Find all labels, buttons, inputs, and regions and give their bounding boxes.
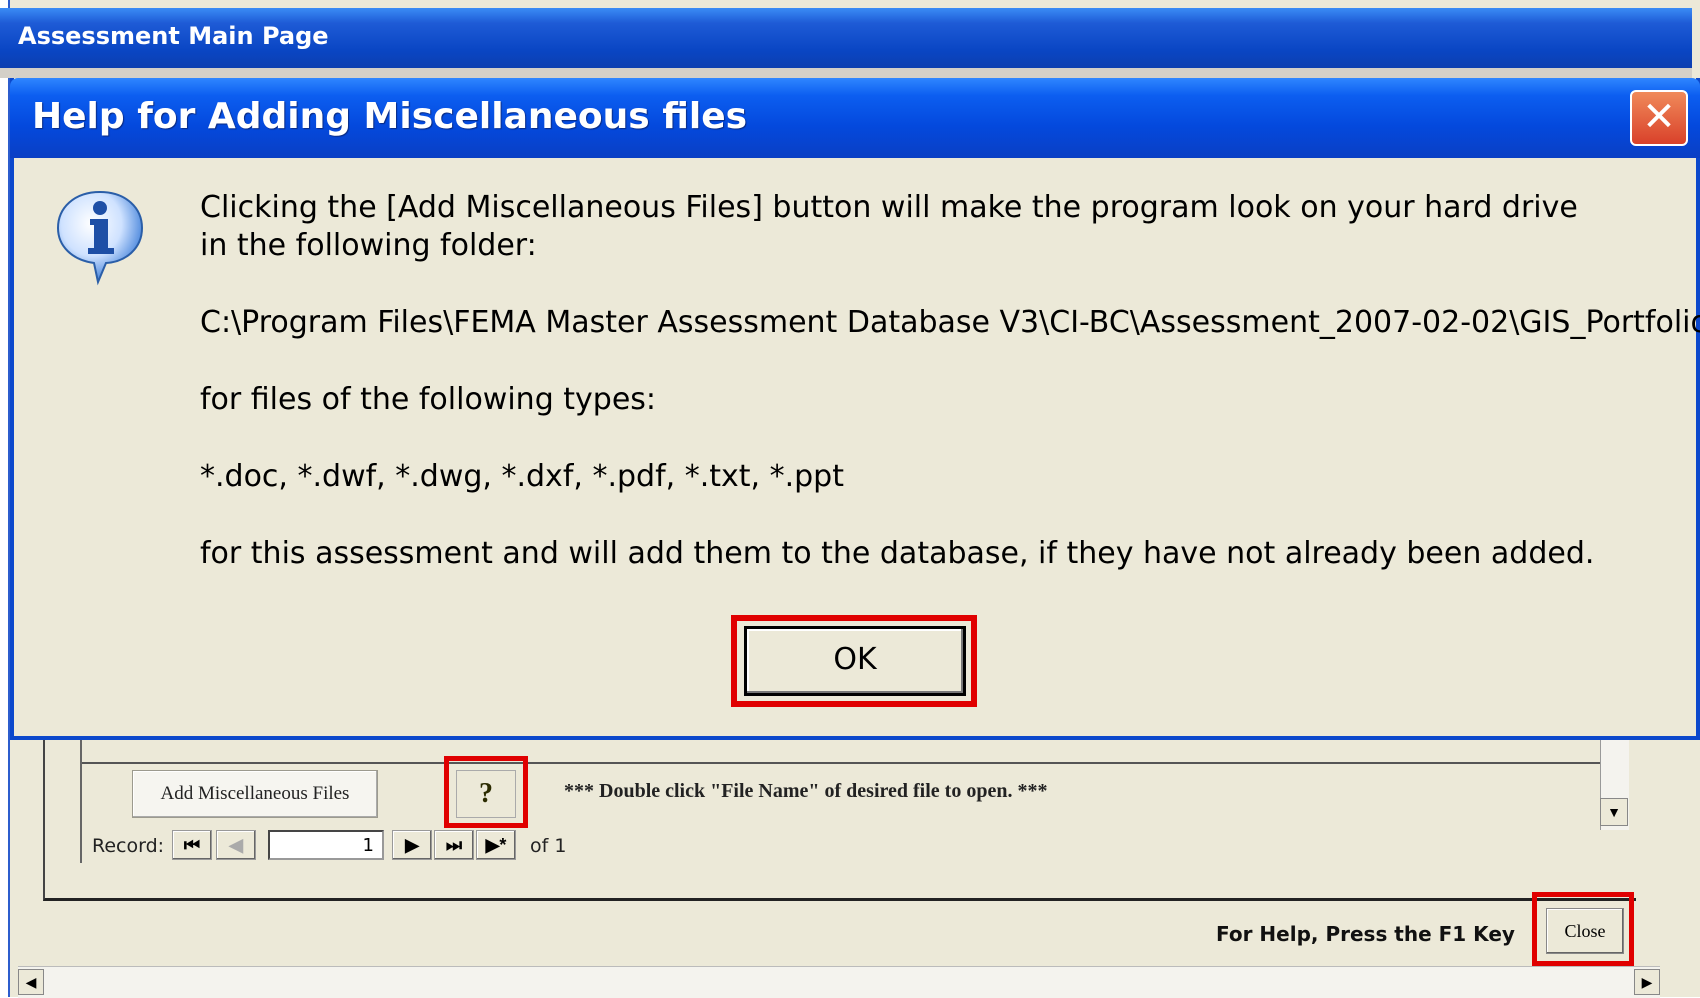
- scroll-right-icon[interactable]: ▶: [1634, 969, 1660, 995]
- ok-button[interactable]: OK: [744, 626, 966, 696]
- open-file-hint: *** Double click "File Name" of desired …: [564, 780, 1048, 802]
- first-record-button[interactable]: ⏮: [172, 830, 212, 860]
- dialog-file-types: *.doc, *.dwf, *.dwg, *.dxf, *.pdf, *.txt…: [200, 459, 844, 494]
- last-record-button[interactable]: ⏭: [434, 830, 474, 860]
- horizontal-scrollbar[interactable]: ◀ ▶: [18, 966, 1660, 998]
- dialog-message-line2: in the following folder:: [200, 228, 537, 263]
- dialog-title: Help for Adding Miscellaneous files: [32, 96, 748, 137]
- main-tab-strip: [0, 68, 1692, 78]
- dialog-message-outro: for this assessment and will add them to…: [200, 536, 1595, 571]
- dialog-types-intro: for files of the following types:: [200, 382, 657, 417]
- record-label: Record:: [92, 835, 165, 857]
- scroll-left-icon[interactable]: ◀: [18, 969, 44, 995]
- record-count: of 1: [530, 835, 567, 857]
- main-window-titlebar: Assessment Main Page: [0, 8, 1692, 68]
- previous-record-button[interactable]: ◀: [216, 830, 256, 860]
- add-miscellaneous-files-button[interactable]: Add Miscellaneous Files: [132, 770, 378, 818]
- main-window-title: Assessment Main Page: [18, 22, 329, 50]
- dialog-message-line1: Clicking the [Add Miscellaneous Files] b…: [200, 190, 1578, 225]
- next-record-button[interactable]: ▶: [392, 830, 432, 860]
- record-number-field[interactable]: 1: [268, 830, 384, 860]
- dialog-folder-path: C:\Program Files\FEMA Master Assessment …: [200, 305, 1700, 340]
- close-button-highlight: [1532, 892, 1634, 966]
- scroll-down-icon[interactable]: ▼: [1600, 798, 1628, 826]
- help-button-highlight: [444, 756, 528, 828]
- close-icon: ✕: [1642, 94, 1676, 140]
- info-icon: [50, 186, 150, 291]
- subform-divider: [82, 762, 1600, 764]
- new-record-button[interactable]: ▶*: [476, 830, 516, 860]
- dialog-close-button[interactable]: ✕: [1630, 90, 1688, 146]
- f1-help-text: For Help, Press the F1 Key: [1216, 922, 1515, 946]
